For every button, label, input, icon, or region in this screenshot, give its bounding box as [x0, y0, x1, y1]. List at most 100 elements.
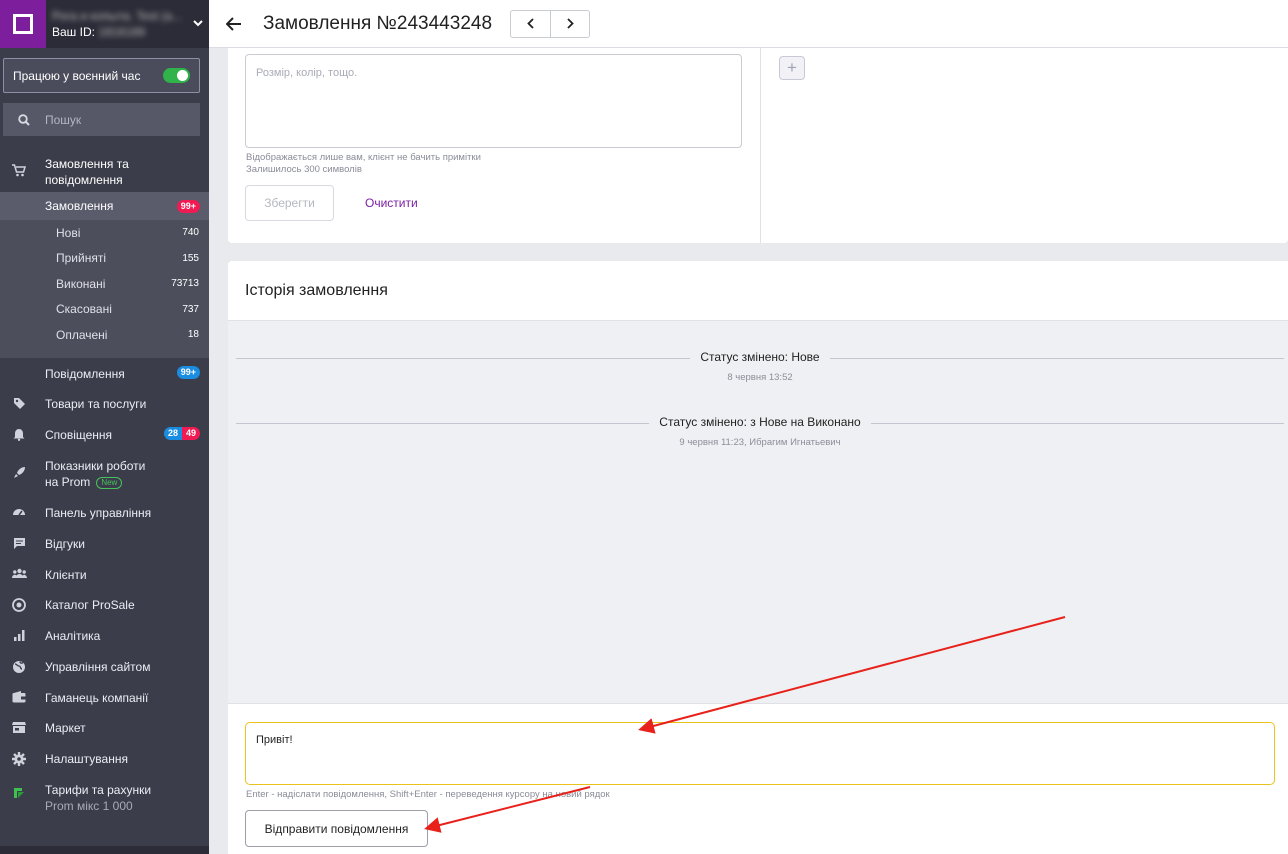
tariffs-label: Тарифи та рахунки [45, 783, 152, 797]
users-icon [0, 567, 38, 579]
filter-label: Виконані [56, 276, 106, 291]
sidebar-item-label: Управління сайтом [45, 660, 151, 674]
gauge-icon [0, 505, 38, 516]
filter-completed[interactable]: Виконані 73713 [0, 271, 209, 297]
sidebar-item-label: Сповіщення [45, 428, 113, 442]
send-message-button[interactable]: Відправити повідомлення [245, 810, 428, 847]
notes-placeholder: Розмір, колір, тощо. [256, 67, 358, 79]
sidebar-item-wallet[interactable]: Гаманець компанії [0, 690, 209, 706]
sidebar-item-analytics[interactable]: Аналітика [0, 628, 209, 644]
filter-count: 737 [182, 303, 199, 315]
sidebar-item-site-management[interactable]: Управління сайтом [0, 659, 209, 675]
filter-count: 740 [182, 227, 199, 239]
sidebar-item-messages[interactable]: Повідомлення 99+ [0, 366, 209, 382]
event-time: 8 червня 13:52 [727, 372, 793, 383]
performance-label-line1: Показники роботи [45, 459, 146, 473]
sidebar: Рога и копыта. Test (a... Ваш ID: 181618… [0, 0, 209, 854]
wartime-toggle[interactable] [163, 68, 190, 83]
next-order-button[interactable] [550, 10, 589, 37]
search-icon [3, 113, 45, 126]
history-event: Статус змінено: з Нове на Виконано 9 чер… [236, 413, 1284, 448]
sidebar-item-label: Повідомлення [45, 367, 125, 381]
event-status: Статус змінено: Нове [690, 350, 830, 364]
filter-label: Прийняті [56, 251, 106, 266]
history-event: Статус змінено: Нове 8 червня 13:52 [236, 348, 1284, 383]
sidebar-item-label: Каталог ProSale [45, 598, 135, 612]
notes-textarea[interactable]: Розмір, колір, тощо. [245, 54, 742, 148]
notifications-badge-blue: 28 [163, 427, 182, 440]
orders-section[interactable]: Замовлення та повідомлення [0, 148, 209, 192]
sidebar-item-label: Панель управління [45, 506, 152, 520]
wartime-label: Працюю у воєнний час [13, 68, 141, 83]
notes-hint-visibility: Відображається лише вам, клієнт не бачит… [246, 152, 481, 163]
rocket-icon [0, 458, 38, 479]
prom-logo[interactable] [0, 0, 46, 48]
store-icon [0, 720, 38, 733]
filter-count: 18 [187, 329, 199, 341]
sidebar-item-prosale[interactable]: Каталог ProSale [0, 597, 209, 613]
filter-label: Оплачені [56, 327, 108, 342]
bar-chart-icon [0, 628, 38, 641]
wartime-toggle-row[interactable]: Працюю у воєнний час [3, 58, 200, 93]
message-text: Привіт! [256, 734, 293, 746]
bell-icon [0, 427, 38, 441]
message-input[interactable]: Привіт! [245, 722, 1275, 785]
sidebar-item-label: Замовлення [45, 199, 114, 213]
divider-line [236, 423, 653, 424]
page-title: Замовлення №243443248 [263, 12, 493, 34]
search-input[interactable]: Пошук [3, 103, 200, 136]
divider-line [827, 358, 1284, 359]
sidebar-item-clients[interactable]: Клієнти [0, 567, 209, 583]
chevron-down-icon[interactable] [187, 18, 209, 30]
chevron-right-icon [566, 18, 574, 29]
order-pager [510, 9, 591, 38]
message-hint: Enter - надіслати повідомлення, Shift+En… [246, 789, 610, 800]
notes-char-counter: Залишилось 300 символів [246, 164, 362, 175]
clear-link[interactable]: Очистити [365, 196, 418, 210]
tag-icon [0, 396, 38, 410]
filter-accepted[interactable]: Прийняті 155 [0, 246, 209, 272]
sidebar-item-market[interactable]: Маркет [0, 720, 209, 736]
back-arrow-icon[interactable] [209, 16, 259, 31]
notifications-badge-red: 49 [181, 427, 200, 440]
event-status: Статус змінено: з Нове на Виконано [649, 415, 871, 429]
filter-cancelled[interactable]: Скасовані 737 [0, 297, 209, 323]
sidebar-item-notifications[interactable]: Сповіщення 28 49 [0, 427, 209, 443]
page-header: Замовлення №243443248 [209, 0, 1288, 48]
sidebar-footer [0, 846, 209, 854]
account-id-label: Ваш ID: [52, 25, 95, 39]
account-id: 1816189 [98, 25, 146, 39]
history-timeline: Статус змінено: Нове 8 червня 13:52 Стат… [228, 320, 1288, 704]
sidebar-item-dashboard[interactable]: Панель управління [0, 505, 209, 521]
order-history-card: Історія замовлення Статус змінено: Нове … [228, 261, 1288, 854]
filter-new[interactable]: Нові 740 [0, 220, 209, 246]
target-icon [0, 597, 38, 612]
add-button[interactable]: + [779, 56, 805, 80]
save-button[interactable]: Зберегти [245, 185, 334, 221]
filter-label: Нові [56, 225, 81, 240]
notes-divider [760, 48, 761, 243]
orders-submenu: Замовлення 99+ Нові 740 Прийняті 155 Вик… [0, 192, 209, 358]
sidebar-item-label: Клієнти [45, 568, 87, 582]
orders-section-title: Замовлення та повідомлення [45, 157, 129, 187]
wallet-icon [0, 690, 38, 703]
notes-card: Розмір, колір, тощо. Відображається лише… [228, 48, 1288, 243]
sidebar-item-orders[interactable]: Замовлення 99+ [0, 192, 209, 220]
prev-order-button[interactable] [511, 11, 550, 37]
messages-badge: 99+ [176, 366, 200, 379]
sidebar-item-performance[interactable]: Показники роботи на Prom New [0, 458, 209, 490]
sidebar-item-reviews[interactable]: Відгуки [0, 536, 209, 552]
new-tag: New [96, 476, 123, 489]
orders-badge: 99+ [176, 199, 200, 213]
sidebar-item-settings[interactable]: Налаштування [0, 751, 209, 767]
divider-line [236, 358, 693, 359]
sidebar-item-tariffs[interactable]: Тарифи та рахунки Prom мікс 1 000 [0, 782, 209, 814]
comment-icon [0, 536, 38, 550]
sidebar-item-products[interactable]: Товари та послуги [0, 396, 209, 412]
filter-count: 73713 [171, 278, 199, 290]
history-title: Історія замовлення [245, 282, 388, 299]
sidebar-item-label: Маркет [45, 721, 86, 735]
sidebar-item-label: Налаштування [45, 752, 128, 766]
filter-paid[interactable]: Оплачені 18 [0, 322, 209, 348]
account-header[interactable]: Рога и копыта. Test (a... Ваш ID: 181618… [0, 0, 209, 48]
